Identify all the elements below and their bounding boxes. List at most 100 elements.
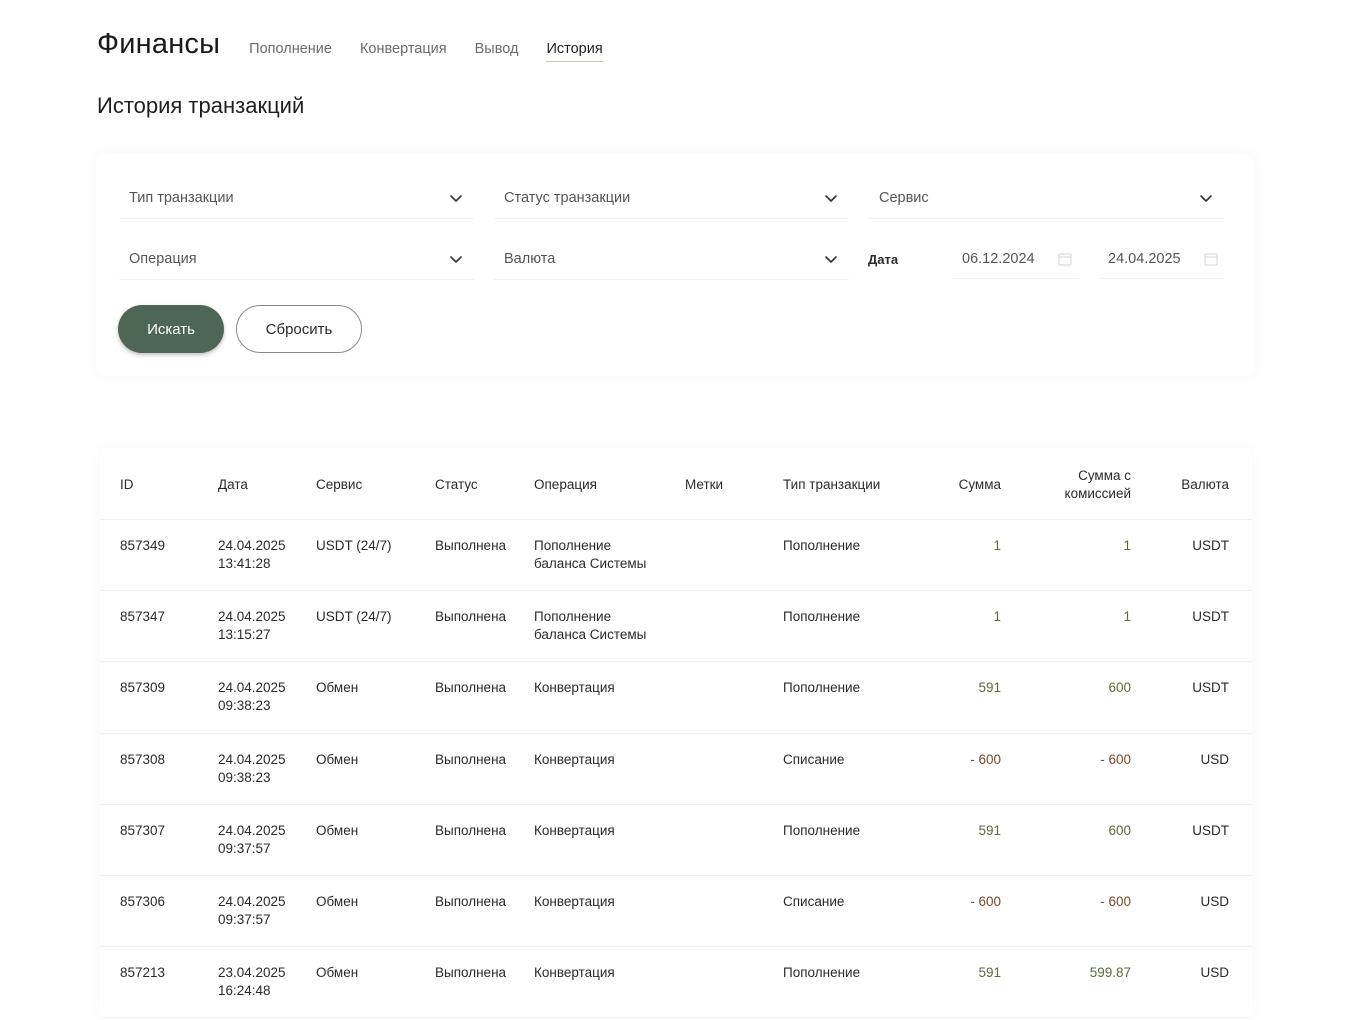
reset-button[interactable]: Сбросить — [236, 305, 362, 353]
table-row[interactable]: 857308 24.04.2025 09:38:23 Обмен Выполнена К… — [100, 734, 1252, 805]
table-row[interactable]: 857349 24.04.2025 13:41:28 USDT (24/7) Выпо… — [100, 520, 1252, 591]
cell-operation: Конвертация — [534, 965, 615, 981]
cell-amount: - 600 — [970, 894, 1001, 909]
cell-amount: 591 — [978, 965, 1001, 981]
date-label: Дата — [868, 252, 899, 267]
cell-type: Пополнение — [783, 965, 861, 981]
cell-amount: 591 — [978, 822, 1001, 838]
cell-service: USDT (24/7) — [316, 609, 392, 625]
cell-service: USDT (24/7) — [316, 538, 392, 553]
cell-id: 857349 — [120, 538, 166, 553]
cell-service: Обмен — [316, 822, 359, 838]
cell-date: 24.04.2025 13:15:27 — [218, 609, 286, 643]
transaction-status-label: Статус транзакции — [504, 189, 631, 206]
cell-type: Пополнение — [783, 822, 861, 838]
cell-operation: Конвертация — [534, 894, 615, 909]
filter-panel: Тип транзакции Статус транзакции Сервис … — [96, 154, 1254, 376]
tab-conversion[interactable]: Конвертация — [360, 41, 447, 62]
chevron-down-icon — [1198, 190, 1214, 206]
cell-currency: USDT — [1192, 680, 1229, 696]
table-row[interactable]: 857347 24.04.2025 13:15:27 USDT (24/7) Выпо… — [100, 591, 1252, 662]
column-header-amount: Сумма — [958, 477, 1001, 492]
tab-withdraw[interactable]: Вывод — [475, 41, 519, 62]
cell-status: Выполнена — [435, 894, 507, 909]
cell-amount-with-fee: - 600 — [1100, 894, 1131, 909]
chevron-down-icon — [448, 190, 464, 206]
chevron-down-icon — [823, 190, 839, 206]
cell-amount: 1 — [993, 609, 1001, 625]
transactions-table: ID Дата Сервис Статус Операция Метки Тип… — [100, 448, 1252, 1020]
cell-amount-with-fee: 600 — [1108, 822, 1131, 838]
service-select[interactable]: Сервис — [869, 177, 1224, 219]
chevron-down-icon — [823, 251, 839, 267]
column-header-tags: Метки — [685, 477, 724, 492]
calendar-icon[interactable] — [1058, 252, 1072, 266]
table-row[interactable]: 857307 24.04.2025 09:37:57 Обмен Выполнена К… — [100, 805, 1252, 876]
tab-deposit[interactable]: Пополнение — [249, 41, 332, 62]
date-to-value: 24.04.2025 — [1108, 250, 1181, 267]
cell-status: Выполнена — [435, 822, 507, 838]
cell-id: 857308 — [120, 751, 166, 767]
cell-amount: - 600 — [970, 751, 1001, 767]
section-title: История транзакций — [97, 93, 305, 118]
transaction-type-label: Тип транзакции — [129, 189, 234, 206]
cell-date: 24.04.2025 09:38:23 — [218, 751, 286, 785]
tabs: Пополнение Конвертация Вывод История — [249, 41, 603, 62]
table-row[interactable]: 857309 24.04.2025 09:38:23 Обмен Выполнена К… — [100, 662, 1252, 733]
cell-operation: Пополнение баланса Системы — [534, 538, 647, 571]
cell-currency: USD — [1200, 751, 1229, 767]
chevron-down-icon — [448, 251, 464, 267]
tab-history[interactable]: История — [546, 41, 603, 62]
cell-id: 857213 — [120, 965, 166, 981]
cell-service: Обмен — [316, 894, 359, 909]
cell-type: Списание — [783, 751, 845, 767]
finance-page: Финансы Пополнение Конвертация Вывод Ист… — [0, 0, 1352, 1020]
date-from-field[interactable]: 06.12.2024 — [954, 239, 1078, 279]
currency-select[interactable]: Валюта — [494, 238, 849, 280]
transaction-status-select[interactable]: Статус транзакции — [494, 177, 849, 219]
cell-id: 857306 — [120, 894, 166, 909]
cell-operation: Конвертация — [534, 822, 615, 838]
cell-date: 24.04.2025 09:37:57 — [218, 822, 286, 856]
cell-service: Обмен — [316, 680, 359, 696]
table-row[interactable]: 857306 24.04.2025 09:37:57 Обмен Выполнена К… — [100, 876, 1252, 947]
cell-amount-with-fee: 1 — [1123, 538, 1131, 553]
date-to-field[interactable]: 24.04.2025 — [1100, 239, 1224, 279]
search-button[interactable]: Искать — [118, 305, 224, 353]
row-divider — [100, 1017, 1252, 1019]
cell-id: 857307 — [120, 822, 166, 838]
cell-status: Выполнена — [435, 680, 507, 696]
cell-currency: USD — [1200, 965, 1229, 981]
operation-label: Операция — [129, 250, 197, 267]
date-from-value: 06.12.2024 — [962, 250, 1035, 267]
column-header-currency: Валюта — [1181, 477, 1229, 492]
cell-id: 857347 — [120, 609, 166, 625]
cell-date: 24.04.2025 09:38:23 — [218, 680, 286, 714]
cell-status: Выполнена — [435, 609, 507, 625]
cell-operation: Конвертация — [534, 680, 615, 696]
cell-status: Выполнена — [435, 751, 507, 767]
cell-service: Обмен — [316, 965, 359, 981]
header: Финансы Пополнение Конвертация Вывод Ист… — [97, 28, 603, 62]
cell-currency: USD — [1200, 894, 1229, 909]
cell-operation: Пополнение баланса Системы — [534, 609, 647, 643]
calendar-icon[interactable] — [1204, 252, 1218, 266]
cell-type: Пополнение — [783, 609, 861, 625]
cell-status: Выполнена — [435, 965, 507, 981]
cell-amount-with-fee: 1 — [1123, 609, 1131, 625]
operation-select[interactable]: Операция — [119, 238, 474, 280]
cell-amount: 1 — [993, 538, 1001, 553]
column-header-operation: Операция — [534, 477, 597, 492]
cell-id: 857309 — [120, 680, 166, 696]
column-header-status: Статус — [435, 477, 478, 492]
column-header-date: Дата — [218, 477, 248, 492]
column-header-id: ID — [120, 477, 134, 492]
cell-amount-with-fee: 599.87 — [1089, 965, 1131, 981]
table-row[interactable]: 857213 23.04.2025 16:24:48 Обмен Выполнена К… — [100, 947, 1252, 1018]
transaction-type-select[interactable]: Тип транзакции — [119, 177, 474, 219]
cell-service: Обмен — [316, 751, 359, 767]
cell-amount-with-fee: 600 — [1108, 680, 1131, 696]
cell-amount: 591 — [978, 680, 1001, 696]
cell-date: 23.04.2025 16:24:48 — [218, 965, 286, 999]
cell-currency: USDT — [1192, 538, 1229, 553]
